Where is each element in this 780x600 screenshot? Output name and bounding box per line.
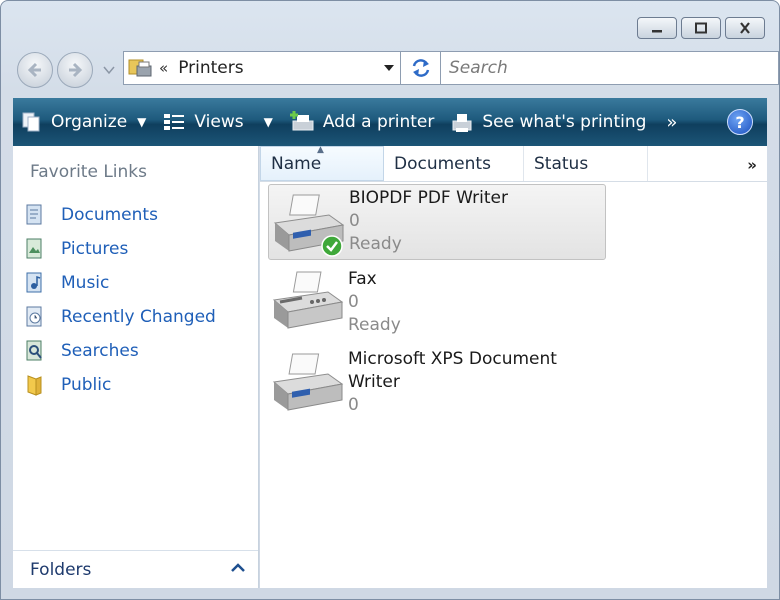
- refresh-icon: [412, 59, 429, 77]
- printer-name: Fax: [348, 269, 377, 289]
- printer-name: BIOPDF PDF Writer: [349, 188, 508, 208]
- documents-icon: [26, 204, 42, 225]
- back-button[interactable]: [17, 52, 53, 88]
- address-overflow-chevron[interactable]: «: [159, 59, 168, 77]
- favorite-links-list: Documents Pictures Music Recently Change…: [23, 198, 216, 402]
- recently-changed-icon: [26, 306, 42, 327]
- folders-bar[interactable]: Folders: [13, 550, 258, 588]
- sidebar-item-label: Music: [61, 273, 110, 293]
- see-whats-printing-button[interactable]: See what's printing: [442, 98, 654, 146]
- printer-icon-container: [268, 346, 348, 422]
- column-header-row: ▲ Name Documents Status »: [260, 145, 767, 182]
- search-input[interactable]: [449, 58, 749, 78]
- printer-status: Ready: [348, 315, 401, 335]
- printers-folder-icon: [128, 59, 152, 77]
- add-printer-icon: [289, 111, 314, 131]
- column-header-label: Name: [271, 153, 322, 174]
- close-icon: [740, 22, 750, 34]
- default-printer-check-icon: [321, 235, 343, 257]
- list-item-biopdf-printer[interactable]: BIOPDF PDF Writer 0 Ready: [268, 184, 606, 260]
- print-queue-icon: [452, 114, 472, 132]
- minimize-button[interactable]: [637, 17, 677, 39]
- maximize-icon: [695, 22, 707, 34]
- views-label: Views: [194, 112, 244, 132]
- sidebar-item-searches[interactable]: Searches: [23, 334, 216, 368]
- sidebar-item-label: Searches: [61, 341, 139, 361]
- fax-icon: [272, 271, 344, 329]
- more-columns-button[interactable]: »: [747, 156, 757, 174]
- caption-buttons: [637, 17, 765, 39]
- printer-documents-count: 0: [349, 211, 360, 231]
- organize-icon: [22, 112, 40, 132]
- navigation-bar: « Printers: [13, 49, 779, 89]
- see-whats-printing-label: See what's printing: [482, 112, 647, 132]
- sort-ascending-icon: ▲: [317, 145, 324, 155]
- sidebar-item-public[interactable]: Public: [23, 368, 216, 402]
- pictures-icon: [26, 238, 42, 259]
- address-dropdown-button[interactable]: [378, 53, 400, 83]
- maximize-button[interactable]: [681, 17, 721, 39]
- close-button[interactable]: [725, 17, 765, 39]
- organize-caret-icon: ▼: [137, 115, 147, 129]
- music-icon: [26, 272, 42, 293]
- command-toolbar: Organize ▼ Views ▼ Add a printer See wha…: [13, 98, 767, 146]
- column-header-name[interactable]: ▲ Name: [260, 145, 384, 181]
- column-header-label: Documents: [394, 153, 491, 174]
- printer-name-line-1: Microsoft XPS Document: [348, 349, 557, 369]
- search-box[interactable]: [440, 51, 779, 85]
- organize-label: Organize: [51, 112, 128, 132]
- sidebar-item-recently-changed[interactable]: Recently Changed: [23, 300, 216, 334]
- printer-details: BIOPDF PDF Writer 0 Ready: [349, 185, 508, 259]
- printer-status: Ready: [349, 234, 402, 254]
- printer-documents-count: 0: [348, 395, 359, 415]
- chevron-up-icon[interactable]: [230, 561, 246, 575]
- views-icon: [164, 114, 185, 130]
- sidebar-item-label: Pictures: [61, 239, 129, 259]
- explorer-window: « Printers Organize ▼: [0, 0, 780, 600]
- navigation-pane: Favorite Links Documents Pictures Music …: [13, 146, 259, 588]
- searches-icon: [26, 340, 42, 361]
- printer-icon-container: [269, 185, 349, 261]
- folders-label: Folders: [30, 559, 92, 580]
- help-icon: ?: [735, 112, 745, 132]
- sidebar-item-documents[interactable]: Documents: [23, 198, 216, 232]
- printer-details: Fax 0 Ready: [348, 266, 401, 342]
- address-bar[interactable]: « Printers: [123, 51, 401, 85]
- arrow-right-icon: [69, 62, 83, 78]
- views-button[interactable]: Views ▼: [154, 98, 280, 146]
- printer-name-line-2: Writer: [348, 372, 400, 392]
- favorite-links-heading: Favorite Links: [30, 162, 148, 182]
- sidebar-item-music[interactable]: Music: [23, 266, 216, 300]
- column-header-label: Status: [534, 153, 589, 174]
- content-pane: ▲ Name Documents Status » BIOPDF PDF Wri…: [260, 145, 767, 588]
- toolbar-overflow-button[interactable]: »: [654, 98, 689, 146]
- add-printer-label: Add a printer: [322, 112, 435, 132]
- sidebar-item-label: Documents: [61, 205, 158, 225]
- column-header-status[interactable]: Status: [524, 146, 648, 181]
- sidebar-item-label: Recently Changed: [61, 307, 216, 327]
- views-caret-icon: ▼: [263, 115, 273, 129]
- organize-button[interactable]: Organize ▼: [13, 98, 154, 146]
- caret-down-icon: [384, 65, 394, 71]
- public-folder-icon: [27, 375, 42, 396]
- help-button[interactable]: ?: [727, 109, 753, 135]
- list-item-fax-printer[interactable]: Fax 0 Ready: [268, 266, 606, 342]
- add-printer-button[interactable]: Add a printer: [281, 98, 443, 146]
- printer-details: Microsoft XPS Document Writer 0: [348, 346, 557, 422]
- sidebar-item-label: Public: [61, 375, 112, 395]
- list-item-xps-printer[interactable]: Microsoft XPS Document Writer 0: [268, 346, 606, 422]
- fax-icon-container: [268, 266, 348, 342]
- arrow-left-icon: [27, 62, 41, 78]
- refresh-button[interactable]: [401, 51, 441, 85]
- column-header-documents[interactable]: Documents: [384, 146, 524, 181]
- printer-documents-count: 0: [348, 292, 359, 312]
- minimize-icon: [652, 30, 662, 33]
- forward-button[interactable]: [57, 52, 93, 88]
- address-location[interactable]: Printers: [178, 58, 378, 78]
- sidebar-item-pictures[interactable]: Pictures: [23, 232, 216, 266]
- recent-pages-dropdown-icon[interactable]: [102, 63, 116, 77]
- printer-icon: [272, 353, 344, 411]
